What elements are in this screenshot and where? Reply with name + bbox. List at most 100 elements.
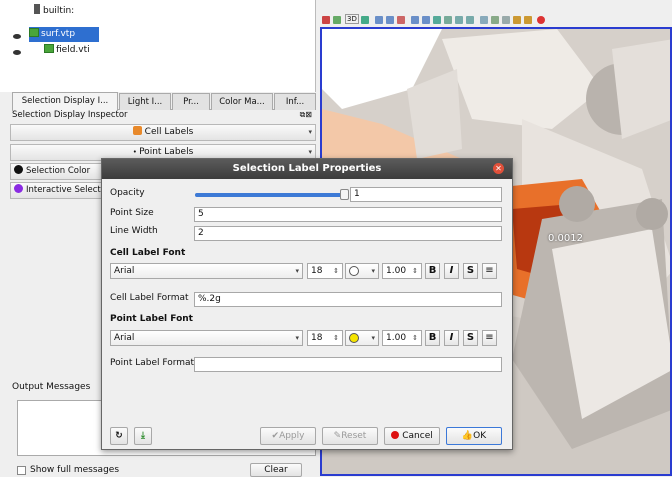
color-swatch-icon	[349, 266, 359, 276]
point-italic-toggle[interactable]: I	[444, 330, 459, 346]
tab-information[interactable]: Inf...	[274, 93, 316, 110]
inspector-header: Selection Display Inspector ⧉⊠	[12, 110, 312, 120]
zoom-data-icon[interactable]	[333, 16, 341, 24]
point-font-size-spinbox[interactable]: 18 ⇕	[307, 330, 343, 346]
ok-button[interactable]: 👍OK	[446, 427, 502, 445]
cell-label-format-field[interactable]: %.2g	[194, 292, 502, 307]
dataset-icon	[44, 44, 54, 53]
spinner-icon: ⇕	[412, 267, 418, 275]
select-frustum-icon[interactable]	[397, 16, 405, 24]
pipeline-item-builtin[interactable]: builtin:	[34, 4, 74, 19]
interactive-select-icon[interactable]	[422, 16, 430, 24]
cell-labels-icon	[132, 126, 142, 135]
point-font-opacity-spinbox[interactable]: 1.00 ⇕	[382, 330, 422, 346]
ruler-icon[interactable]	[524, 16, 532, 24]
view-3d-button[interactable]: 3D	[345, 14, 359, 24]
camera-icon[interactable]	[361, 16, 369, 24]
cell-label-format-label: Cell Label Format	[110, 293, 189, 303]
cell-shadow-toggle[interactable]: S	[463, 263, 478, 279]
cell-labels-button[interactable]: Cell Labels ▾	[10, 124, 316, 141]
extract-selection-icon[interactable]	[502, 16, 510, 24]
selection-color-button[interactable]: Selection Color	[10, 163, 102, 180]
restore-defaults-icon[interactable]: ↻	[110, 427, 128, 445]
stop-icon	[391, 431, 400, 439]
tab-color-map[interactable]: Color Ma...	[211, 93, 273, 110]
view-toolbar: 3D	[320, 13, 672, 28]
point-label-format-field[interactable]	[194, 357, 502, 372]
hover-points-icon[interactable]	[433, 16, 441, 24]
cell-justification-icon[interactable]: ≡	[482, 263, 497, 279]
point-font-family-select[interactable]: Arial ▾	[110, 330, 303, 346]
tab-properties[interactable]: Pr...	[172, 93, 210, 110]
chevron-down-icon: ▾	[371, 267, 375, 275]
chevron-down-icon: ▾	[308, 128, 312, 136]
clear-button[interactable]: Clear	[250, 463, 302, 477]
find-data-icon[interactable]	[513, 16, 521, 24]
grow-selection-icon[interactable]	[455, 16, 463, 24]
show-full-messages-label: Show full messages	[30, 465, 120, 475]
cell-font-family-select[interactable]: Arial ▾	[110, 263, 303, 279]
point-justification-icon[interactable]: ≡	[482, 330, 497, 346]
tab-selection-display[interactable]: Selection Display I...	[12, 92, 118, 111]
spinner-icon: ⇕	[333, 267, 339, 275]
reset-camera-icon[interactable]	[322, 16, 330, 24]
reset-button[interactable]: ✎Reset	[322, 427, 378, 445]
chevron-down-icon: ▾	[295, 267, 299, 275]
opacity-label: Opacity	[110, 188, 145, 198]
point-shadow-toggle[interactable]: S	[463, 330, 478, 346]
cell-bold-toggle[interactable]: B	[425, 263, 440, 279]
select-polygon-icon[interactable]	[480, 16, 488, 24]
color-swatch-icon	[14, 184, 23, 193]
cell-italic-toggle[interactable]: I	[444, 263, 459, 279]
tab-light[interactable]: Light I...	[119, 93, 171, 110]
shrink-selection-icon[interactable]	[466, 16, 474, 24]
pipeline-browser: builtin: surf.vtp field.vti	[0, 0, 316, 92]
show-full-messages-checkbox[interactable]	[17, 466, 26, 475]
point-label-format-label: Point Label Format	[110, 358, 195, 368]
chevron-down-icon: ▾	[295, 334, 299, 342]
interactive-selection-color-button[interactable]: Interactive Select	[10, 182, 102, 199]
line-width-label: Line Width	[110, 226, 158, 236]
spinner-icon: ⇕	[333, 334, 339, 342]
data-value-label: 0.0012	[548, 233, 583, 244]
cancel-button[interactable]: Cancel	[384, 427, 440, 445]
cell-font-size-spinbox[interactable]: 18 ⇕	[307, 263, 343, 279]
select-points-icon[interactable]	[386, 16, 394, 24]
eye-icon[interactable]	[13, 50, 21, 55]
point-bold-toggle[interactable]: B	[425, 330, 440, 346]
color-swatch-icon	[14, 165, 23, 174]
pipeline-item-field[interactable]: field.vti	[44, 43, 90, 58]
select-cells-icon[interactable]	[375, 16, 383, 24]
save-defaults-icon[interactable]: ⤓	[134, 427, 152, 445]
close-icon[interactable]: ✕	[493, 163, 504, 174]
opacity-field[interactable]: 1	[350, 187, 502, 202]
cell-label-font-heading: Cell Label Font	[110, 248, 186, 258]
opacity-slider-handle[interactable]	[340, 189, 349, 200]
output-messages-title: Output Messages	[12, 382, 91, 392]
spinner-icon: ⇕	[412, 334, 418, 342]
point-size-field[interactable]: 5	[194, 207, 502, 222]
cell-font-opacity-spinbox[interactable]: 1.00 ⇕	[382, 263, 422, 279]
opacity-slider[interactable]	[195, 193, 345, 197]
eye-icon[interactable]	[13, 34, 21, 39]
chevron-down-icon: ▾	[371, 334, 375, 342]
selection-label-properties-dialog: Selection Label Properties ✕ Opacity 1 P…	[101, 158, 513, 450]
cell-font-color-button[interactable]: ▾	[345, 263, 379, 279]
line-width-field[interactable]: 2	[194, 226, 502, 241]
checkmark-icon: ✔	[271, 431, 280, 441]
opacity-slider-fill	[195, 193, 345, 197]
point-label-font-heading: Point Label Font	[110, 314, 193, 324]
pipeline-item-surf[interactable]: surf.vtp	[29, 27, 99, 42]
apply-button[interactable]: ✔Apply	[260, 427, 316, 445]
point-font-color-button[interactable]: ▾	[345, 330, 379, 346]
edit-selection-icon[interactable]	[491, 16, 499, 24]
panel-tabs: Selection Display I... Light I... Pr... …	[12, 92, 316, 111]
thumbs-up-icon: 👍	[461, 431, 474, 441]
dataset-icon	[29, 28, 39, 37]
clear-selection-icon[interactable]	[537, 16, 545, 24]
color-swatch-icon	[349, 333, 359, 343]
hover-cells-icon[interactable]	[444, 16, 452, 24]
point-size-label: Point Size	[110, 208, 154, 218]
select-block-icon[interactable]	[411, 16, 419, 24]
dock-icons[interactable]: ⧉⊠	[300, 110, 312, 120]
